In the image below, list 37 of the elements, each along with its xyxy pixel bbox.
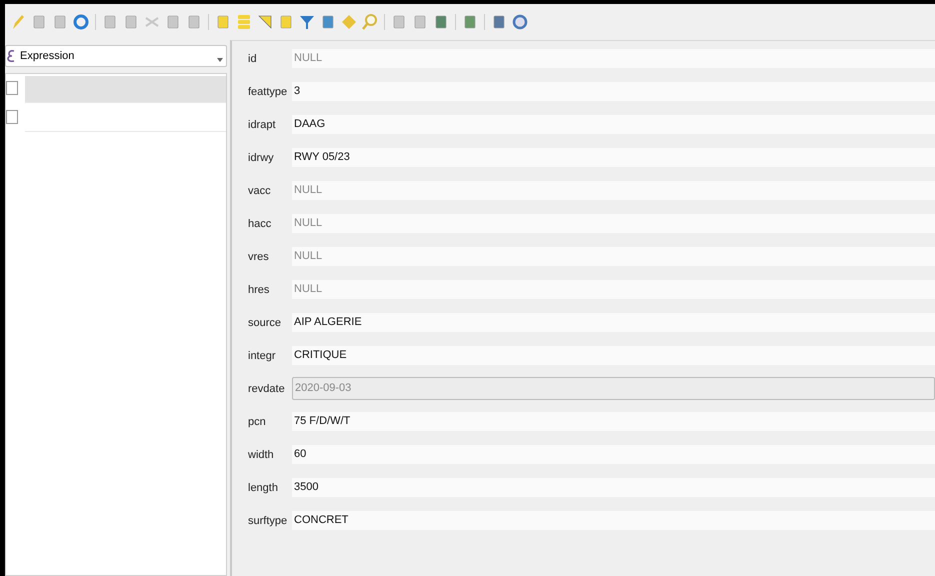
field-label: vres [248,250,270,262]
field-label: revdate [248,382,286,394]
rows-icon[interactable] [236,14,252,30]
page-icon[interactable] [391,14,407,30]
field-input[interactable]: 3 [292,82,935,101]
field-label: length [248,482,279,494]
page-icon[interactable] [186,14,202,30]
field-label: hacc [248,218,272,230]
field-label: width [248,448,275,460]
checkbox[interactable] [6,110,18,124]
expression-dropdown[interactable]: Expression [5,45,227,67]
page-icon[interactable] [165,14,181,30]
field-input[interactable]: RWY 05/23 [292,148,935,167]
caret-icon [217,58,223,62]
field-label: hres [248,284,270,296]
field-input[interactable]: 75 F/D/W/T [292,412,935,431]
zoom-icon[interactable] [362,14,378,30]
field-label: idrwy [248,152,275,164]
field-label: id [248,52,258,64]
field-label: source [248,316,282,328]
field-input[interactable]: 3500 [292,478,935,497]
page-icon[interactable] [412,14,428,30]
pencil-icon[interactable] [10,14,26,30]
field-input[interactable]: 60 [292,445,935,464]
field-input[interactable]: AIP ALGERIE [292,313,935,332]
checkbox[interactable] [6,81,18,95]
field-label: pcn [248,416,267,428]
field-label: idrapt [248,118,277,130]
filter-icon[interactable] [299,14,315,30]
field-label: surftype [248,514,288,526]
field-label: feattype [248,86,288,98]
field-input[interactable]: DAAG [292,115,935,134]
field-input[interactable]: CRITIQUE [292,346,935,365]
field-input[interactable]: CONCRET [292,511,935,530]
field-label: integr [248,350,277,362]
feature-list-item[interactable] [25,76,226,103]
field-label: vacc [248,184,272,196]
